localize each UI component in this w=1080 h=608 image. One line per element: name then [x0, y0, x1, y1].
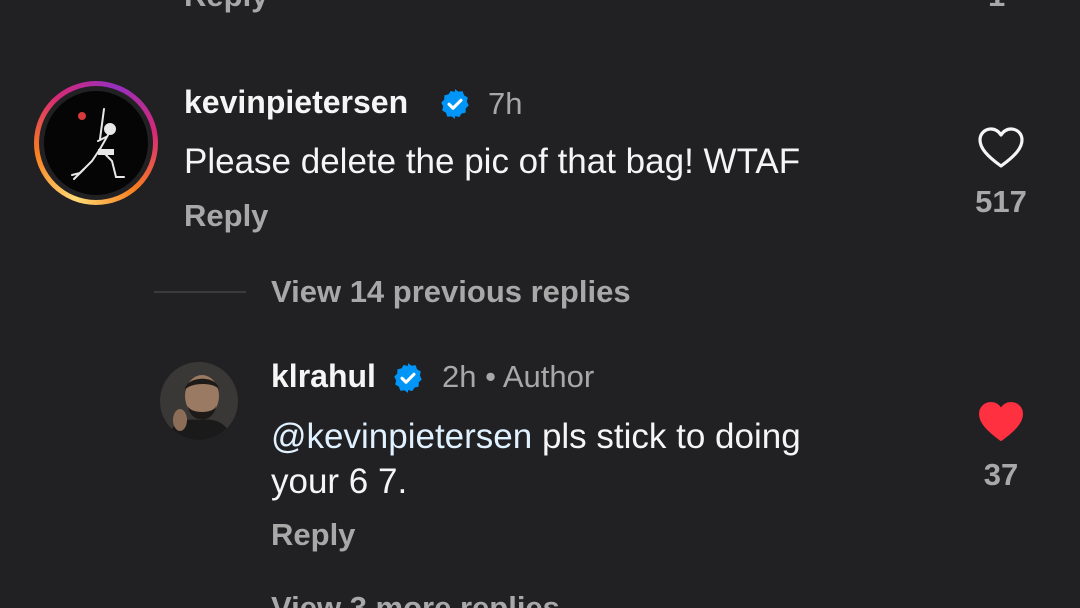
reply-button[interactable]: Reply: [271, 517, 355, 553]
avatar[interactable]: [160, 362, 238, 440]
reply-username[interactable]: klrahul: [271, 358, 376, 395]
like-count: 37: [983, 457, 1019, 492]
thread-divider: [154, 291, 246, 293]
reply-text-line1: pls stick to doing: [532, 417, 801, 456]
comments-screen: Reply 1 kevinpietersen 7h Please d: [0, 0, 1080, 608]
comment-time: 7h: [488, 86, 523, 121]
reply-text: @kevinpietersen pls stick to doing your …: [271, 414, 951, 504]
author-badge: Author: [502, 359, 595, 394]
comment-text: Please delete the pic of that bag! WTAF: [184, 142, 801, 181]
comment-username[interactable]: kevinpietersen: [184, 84, 408, 121]
reply-time: 2h: [442, 359, 477, 394]
heart-filled-icon[interactable]: [977, 400, 1025, 444]
verified-badge-icon: [441, 89, 469, 119]
heart-outline-icon[interactable]: [977, 126, 1025, 170]
view-previous-replies-button[interactable]: View 14 previous replies: [271, 274, 631, 310]
mention-link[interactable]: @kevinpietersen: [271, 417, 532, 456]
reply-meta: 2h • Author: [442, 359, 594, 395]
avatar-story-ring[interactable]: [34, 81, 158, 205]
reply-button[interactable]: Reply: [184, 198, 268, 234]
user-photo-icon: [160, 362, 238, 440]
view-more-replies-button[interactable]: View 3 more replies: [271, 590, 560, 608]
reply-button[interactable]: Reply: [184, 0, 268, 14]
like-count: 517: [975, 184, 1027, 219]
meta-separator: •: [485, 359, 496, 394]
avatar: [44, 91, 148, 195]
verified-badge-icon: [394, 363, 422, 393]
batsman-logo-icon: [71, 108, 125, 180]
reply-text-line2: your 6 7.: [271, 462, 408, 501]
like-count: 1: [988, 0, 1012, 14]
